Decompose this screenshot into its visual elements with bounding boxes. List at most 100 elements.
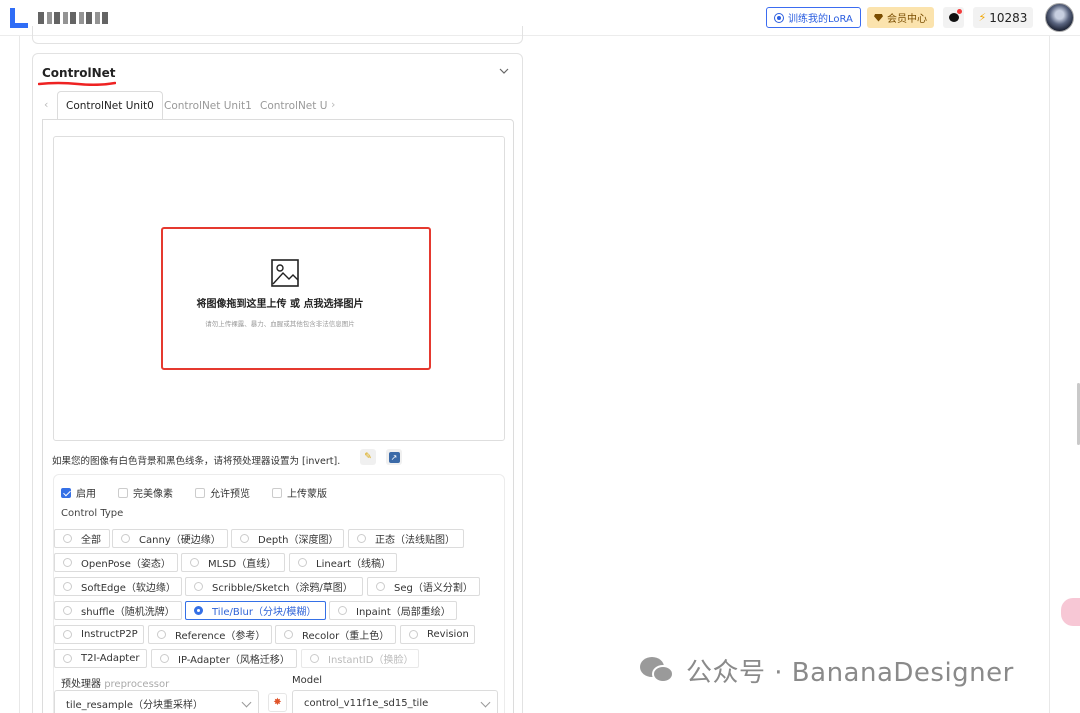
control-type-option[interactable]: 全部 <box>54 529 110 548</box>
checkbox-row: 启用 完美像素 允许预览 上传蒙版 <box>61 485 349 500</box>
control-type-option[interactable]: Canny（硬边缘） <box>112 529 228 548</box>
send-button[interactable]: ↗ <box>386 449 402 465</box>
radio-dot <box>310 654 319 663</box>
control-type-option[interactable]: Depth（深度图） <box>231 529 344 548</box>
credits-badge[interactable]: ⚡ 10283 <box>973 7 1033 28</box>
radio-dot <box>194 582 203 591</box>
control-type-option[interactable]: SoftEdge（软边缘） <box>54 577 182 596</box>
logo-mark <box>10 8 32 28</box>
diamond-icon <box>874 13 883 22</box>
control-type-option-selected[interactable]: Tile/Blur（分块/模糊） <box>185 601 326 620</box>
radio-dot <box>357 534 366 543</box>
option-label: 正态（法线贴图） <box>375 535 455 546</box>
option-label: Scribble/Sketch（涂鸦/草图） <box>212 583 353 594</box>
control-type-option[interactable]: Seg（语义分割） <box>367 577 480 596</box>
radio-dot <box>409 630 418 639</box>
wechat-icon <box>640 655 678 687</box>
control-type-option[interactable]: 正态（法线贴图） <box>348 529 464 548</box>
previous-card <box>32 26 523 44</box>
checkbox-box <box>195 487 205 498</box>
preprocessor-label: 预处理器 preprocessor <box>61 675 169 690</box>
arrow-icon: ↗ <box>388 451 400 463</box>
avatar[interactable] <box>1045 3 1074 32</box>
control-type-option[interactable]: Scribble/Sketch（涂鸦/草图） <box>185 577 363 596</box>
tab-content: 将图像拖到这里上传 或 点我选择图片 请勿上传裸露、暴力、血腥或其他包含非法信息… <box>42 119 514 713</box>
pixel-perfect-checkbox[interactable]: 完美像素 <box>118 485 173 500</box>
option-label: InstructP2P <box>81 629 138 640</box>
lightning-icon: ⚡ <box>978 11 987 24</box>
checkbox-label: 启用 <box>76 489 96 500</box>
allow-preview-checkbox[interactable]: 允许预览 <box>195 485 250 500</box>
control-type-option[interactable]: Lineart（线稿） <box>289 553 397 572</box>
floating-helper-tab[interactable] <box>1061 598 1080 626</box>
tab-label: ControlNet Unit1 <box>164 99 252 112</box>
chevron-left-icon[interactable]: ‹ <box>44 98 48 111</box>
tab-unit1[interactable]: ControlNet Unit1 <box>156 91 260 120</box>
option-label: Depth（深度图） <box>258 535 339 546</box>
enable-checkbox[interactable]: 启用 <box>61 485 96 500</box>
control-type-option[interactable]: IP-Adapter（风格迁移） <box>151 649 297 668</box>
preprocessor-select[interactable]: tile_resample（分块重采样） <box>54 690 259 713</box>
page-right-border <box>1049 36 1050 713</box>
control-type-label: Control Type <box>61 508 124 519</box>
control-type-option-disabled: InstantID（换脸） <box>301 649 419 668</box>
radio-dot <box>63 582 72 591</box>
control-type-option[interactable]: shuffle（随机洗牌） <box>54 601 182 620</box>
run-preprocessor-button[interactable]: ✸ <box>268 693 287 712</box>
messages-button[interactable] <box>943 7 964 28</box>
tab-label: ControlNet U <box>260 99 328 112</box>
train-lora-label: 训练我的LoRA <box>788 14 853 25</box>
radio-dot <box>376 582 385 591</box>
edit-button[interactable]: ✎ <box>360 449 376 465</box>
control-type-option[interactable]: Inpaint（局部重绘） <box>329 601 457 620</box>
notification-dot <box>957 9 962 14</box>
control-type-option[interactable]: Revision <box>400 625 475 644</box>
checkbox-label: 上传蒙版 <box>287 489 327 500</box>
control-type-option[interactable]: MLSD（直线） <box>181 553 285 572</box>
option-label: SoftEdge（软边缘） <box>81 583 176 594</box>
radio-dot <box>63 654 72 663</box>
checkbox-label: 允许预览 <box>210 489 250 500</box>
train-lora-button[interactable]: 训练我的LoRA <box>766 7 861 28</box>
preprocessor-label-cn: 预处理器 <box>61 679 101 690</box>
option-label: InstantID（换脸） <box>328 655 414 666</box>
radio-dot <box>63 606 72 615</box>
checkbox-box <box>272 487 282 498</box>
chevron-right-icon[interactable]: › <box>331 98 335 111</box>
app-logo[interactable] <box>10 8 108 28</box>
upload-instruction: 将图像拖到这里上传 或 点我选择图片 <box>196 299 364 310</box>
chevron-down-icon[interactable] <box>498 65 510 77</box>
image-upload-dropzone[interactable]: 将图像拖到这里上传 或 点我选择图片 请勿上传裸露、暴力、血腥或其他包含非法信息… <box>53 136 505 441</box>
control-type-option[interactable]: Recolor（重上色） <box>275 625 396 644</box>
vip-center-button[interactable]: 会员中心 <box>867 7 934 28</box>
preprocessor-value: tile_resample（分块重采样） <box>66 699 204 711</box>
radio-dot-selected <box>194 606 203 615</box>
credits-value: 10283 <box>989 10 1028 25</box>
chat-bubble-icon <box>948 8 959 22</box>
control-type-option[interactable]: OpenPose（姿态） <box>54 553 178 572</box>
radio-dot <box>160 654 169 663</box>
upload-mask-checkbox[interactable]: 上传蒙版 <box>272 485 327 500</box>
pencil-icon: ✎ <box>364 452 372 462</box>
red-underline-mark <box>38 81 116 86</box>
model-value: control_v11f1e_sd15_tile <box>304 697 429 709</box>
radio-dot <box>121 534 130 543</box>
control-type-option[interactable]: InstructP2P <box>54 625 144 644</box>
model-select[interactable]: control_v11f1e_sd15_tile <box>292 690 498 713</box>
explosion-icon: ✸ <box>273 697 282 708</box>
preprocessor-label-en: preprocessor <box>104 679 170 690</box>
radio-dot <box>63 534 72 543</box>
controlnet-options: 启用 完美像素 允许预览 上传蒙版 Control Type 全部 Canny（ <box>53 474 505 713</box>
control-type-option[interactable]: T2I-Adapter <box>54 649 147 668</box>
option-label: shuffle（随机洗牌） <box>81 607 175 618</box>
model-label: Model <box>292 675 323 686</box>
target-icon <box>774 12 784 23</box>
radio-dot <box>157 630 166 639</box>
tab-unit2[interactable]: ControlNet U <box>252 91 335 120</box>
control-type-option[interactable]: Reference（参考） <box>148 625 272 644</box>
option-label: Revision <box>427 629 469 640</box>
checkbox-box <box>61 487 71 498</box>
tab-unit0[interactable]: ControlNet Unit0 <box>57 91 163 120</box>
option-label: Tile/Blur（分块/模糊） <box>212 607 317 618</box>
checkbox-label: 完美像素 <box>133 489 173 500</box>
